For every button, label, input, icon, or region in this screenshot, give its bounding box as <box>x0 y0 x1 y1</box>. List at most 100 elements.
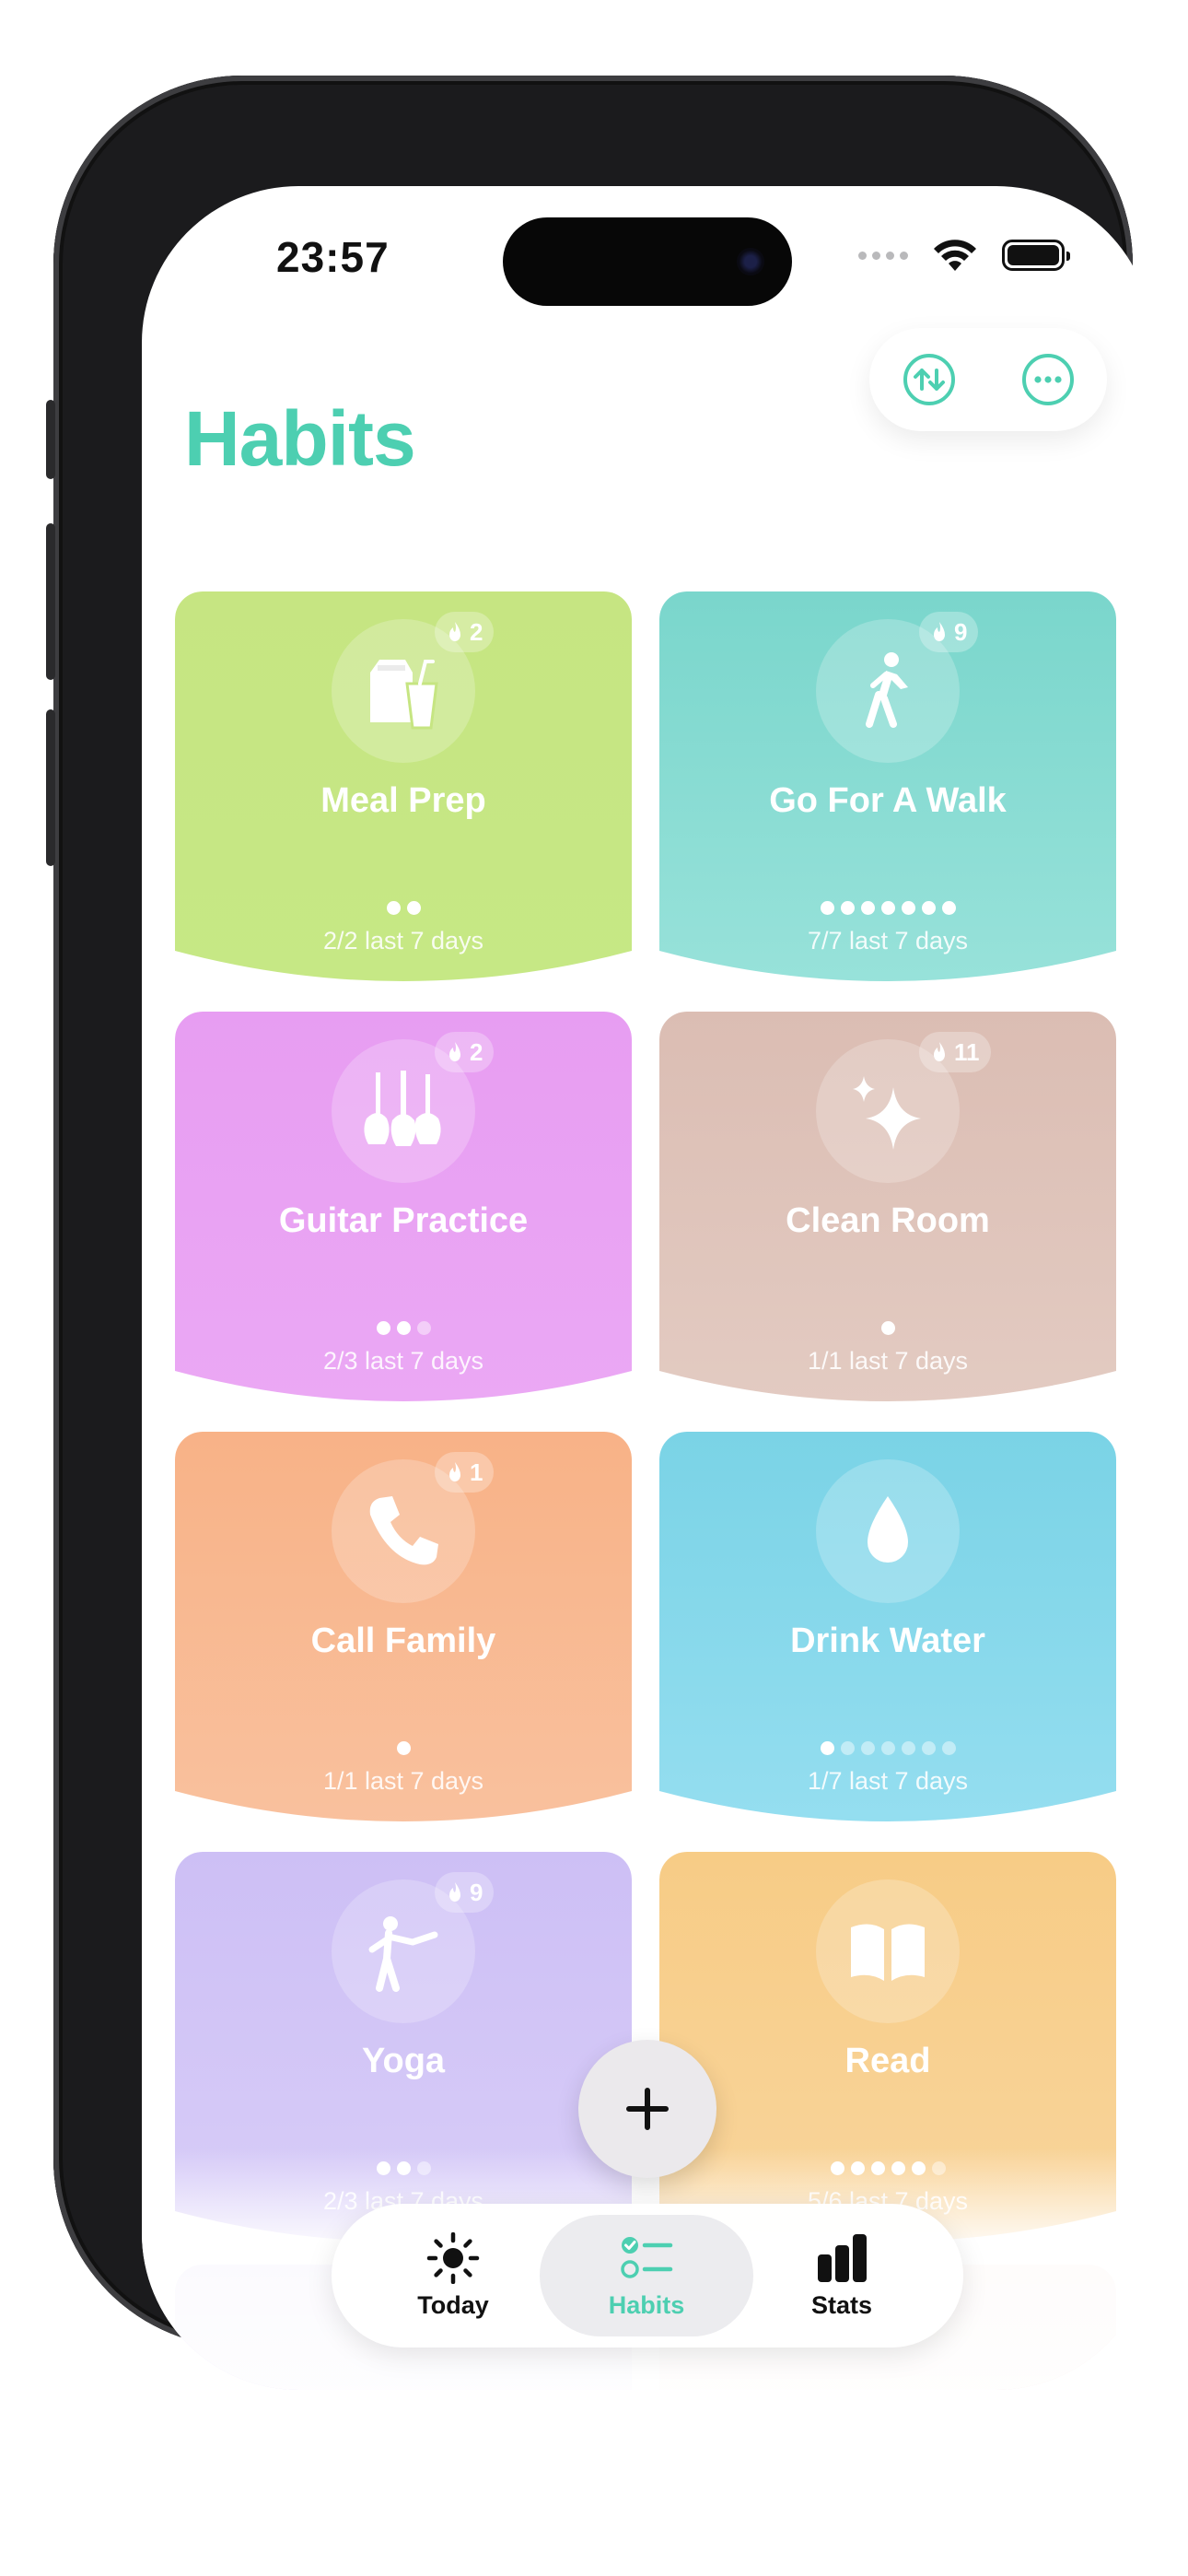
volume-up-button <box>46 523 55 680</box>
more-button[interactable] <box>1020 352 1076 407</box>
progress-dot-done <box>376 2161 390 2175</box>
progress-dot-done <box>840 901 855 915</box>
status-time: 23:57 <box>276 233 390 281</box>
dynamic-island <box>503 217 792 306</box>
streak-count: 1 <box>470 1458 483 1486</box>
habit-card[interactable]: 2 Guitar Practice 2/3 last 7 days <box>175 1012 632 1408</box>
checklist-icon <box>621 2236 673 2278</box>
progress-dot-empty <box>860 1741 875 1755</box>
streak-count: 9 <box>470 1878 483 1906</box>
progress-dot-empty <box>416 2161 431 2175</box>
progress-dot-empty <box>416 1321 431 1335</box>
sort-button[interactable] <box>902 352 957 407</box>
habit-card[interactable]: 2 Meal Prep 2/2 last 7 days <box>175 591 632 988</box>
progress-dot-empty <box>921 1741 936 1755</box>
tab-label: Today <box>417 2290 489 2319</box>
habit-name: Guitar Practice <box>278 1201 529 1240</box>
tab-today[interactable]: Today <box>346 2215 560 2336</box>
habit-card[interactable]: Read 5/6 last 7 days <box>659 1852 1116 2248</box>
habit-progress-caption: 7/7 last 7 days <box>807 927 969 954</box>
habit-card[interactable]: 11 Clean Room 1/1 last 7 days <box>659 1012 1116 1408</box>
progress-dot-done <box>830 2161 844 2175</box>
status-indicators <box>858 238 1070 273</box>
habit-name: Call Family <box>310 1622 496 1660</box>
top-actions <box>869 328 1107 431</box>
habit-card[interactable]: Drink Water 1/7 last 7 days <box>659 1432 1116 1828</box>
progress-dots <box>659 2161 1116 2175</box>
flame-icon <box>449 1042 460 1061</box>
progress-dot-done <box>396 2161 411 2175</box>
habit-progress-caption: 1/7 last 7 days <box>807 1767 969 1795</box>
flame-icon <box>934 1042 945 1061</box>
action-button <box>46 400 55 479</box>
progress-dot-done <box>880 1321 895 1335</box>
screen: 23:57 Habits 2 Meal Prep 2/2 last 7 days… <box>142 186 1153 2390</box>
streak-badge: 9 <box>919 612 979 652</box>
habit-name: Clean Room <box>786 1201 990 1240</box>
habit-card[interactable]: 9 Yoga 2/3 last 7 days <box>175 1852 632 2248</box>
streak-badge: 11 <box>919 1032 991 1072</box>
progress-dots <box>175 2161 632 2175</box>
habit-progress-caption: 2/2 last 7 days <box>322 927 484 954</box>
streak-count: 2 <box>470 1037 483 1066</box>
habit-card[interactable]: 9 Go For A Walk 7/7 last 7 days <box>659 591 1116 988</box>
progress-dot-done <box>891 2161 905 2175</box>
battery-icon <box>1002 240 1070 271</box>
progress-dot-empty <box>840 1741 855 1755</box>
progress-dot-done <box>941 901 956 915</box>
progress-dot-done <box>850 2161 865 2175</box>
habit-name: Yoga <box>361 2042 446 2080</box>
streak-count: 11 <box>954 1037 980 1066</box>
progress-dot-done <box>820 901 834 915</box>
wifi-icon <box>934 240 976 271</box>
phone-frame: 23:57 Habits 2 Meal Prep 2/2 last 7 days… <box>46 76 1153 2390</box>
progress-dot-empty <box>901 1741 915 1755</box>
progress-dot-done <box>820 1741 834 1755</box>
progress-dot-done <box>406 901 421 915</box>
habit-name: Read <box>844 2042 931 2080</box>
progress-dot-done <box>386 901 401 915</box>
tab-label: Habits <box>608 2290 685 2319</box>
flame-icon <box>449 1462 460 1481</box>
cellular-signal-icon <box>858 251 908 260</box>
habit-name: Go For A Walk <box>769 781 1007 820</box>
progress-dots <box>659 901 1116 915</box>
progress-dot-done <box>376 1321 390 1335</box>
streak-badge: 2 <box>435 612 495 652</box>
progress-dot-done <box>396 1321 411 1335</box>
progress-dot-done <box>901 901 915 915</box>
flame-icon <box>934 622 945 641</box>
streak-badge: 1 <box>435 1452 495 1493</box>
tab-stats[interactable]: Stats <box>735 2215 949 2336</box>
progress-dots <box>175 901 632 915</box>
progress-dot-empty <box>941 1741 956 1755</box>
habit-progress-caption: 1/1 last 7 days <box>322 1767 484 1795</box>
tab-bar: Today Habits Stats <box>332 2204 963 2348</box>
tab-label: Stats <box>810 2290 873 2319</box>
plus-icon <box>626 2088 669 2130</box>
progress-dot-done <box>921 901 936 915</box>
habit-name: Meal Prep <box>320 781 486 820</box>
progress-dot-done <box>911 2161 926 2175</box>
add-habit-button[interactable] <box>578 2040 716 2178</box>
streak-badge: 9 <box>435 1872 495 1913</box>
habit-name: Drink Water <box>790 1622 985 1660</box>
progress-dot-done <box>880 901 895 915</box>
progress-dot-done <box>396 1741 411 1755</box>
habit-card[interactable]: 1 Call Family 1/1 last 7 days <box>175 1432 632 1828</box>
page-title: Habits <box>184 395 416 482</box>
flame-icon <box>449 622 460 641</box>
progress-dots <box>659 1321 1116 1335</box>
streak-count: 2 <box>470 617 483 646</box>
progress-dots <box>659 1741 1116 1755</box>
progress-dot-empty <box>931 2161 946 2175</box>
tab-habits[interactable]: Habits <box>540 2215 753 2336</box>
sun-icon <box>426 2231 480 2284</box>
streak-count: 9 <box>954 617 968 646</box>
flame-icon <box>449 1882 460 1902</box>
water-drop-icon <box>816 1459 960 1603</box>
bar-chart-icon <box>818 2233 867 2282</box>
progress-dot-empty <box>880 1741 895 1755</box>
progress-dots <box>175 1741 632 1755</box>
habit-progress-caption: 1/1 last 7 days <box>807 1347 969 1375</box>
